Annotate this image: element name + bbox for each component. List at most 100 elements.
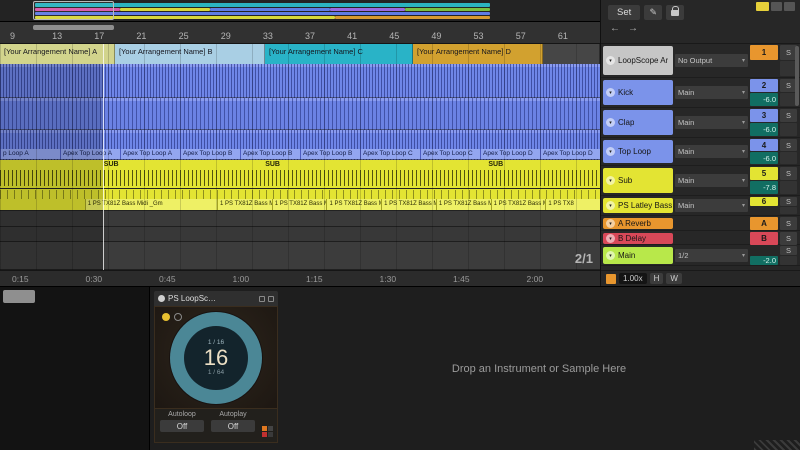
clip-label[interactable]: 1 PS TX81Z Bass M: [381, 199, 436, 210]
clip-label[interactable]: Apex Top Loop D: [540, 149, 600, 159]
routing-select[interactable]: No Output ▾: [675, 54, 748, 67]
track-name[interactable]: ▾ B Delay: [603, 233, 673, 244]
hotswap-icon[interactable]: [259, 295, 265, 302]
routing-select[interactable]: Main ▾: [675, 174, 748, 187]
arrangement-section[interactable]: [Your Arrangement Name] A: [0, 44, 115, 64]
clip-label[interactable]: SUB: [488, 161, 503, 168]
volume-field[interactable]: -6.0: [750, 93, 778, 106]
track-name[interactable]: ▾ Main: [603, 247, 673, 264]
track-name[interactable]: ▾ A Reverb: [603, 218, 673, 229]
solo-button[interactable]: S: [780, 139, 797, 151]
draw-mode-button[interactable]: ✎: [644, 5, 663, 20]
track-row[interactable]: ▾ Sub Main ▾ 5 S -7.8: [601, 166, 800, 196]
fold-icon[interactable]: ▾: [606, 88, 615, 97]
routing-select[interactable]: Main ▾: [675, 199, 748, 212]
clip-label[interactable]: Apex Top Loop B: [240, 149, 300, 159]
arrangement-section[interactable]: [Your Arrangement Name] C: [265, 44, 413, 64]
loop-brace[interactable]: [33, 25, 114, 30]
fold-icon[interactable]: ▾: [606, 219, 615, 228]
clip-label[interactable]: 1 PS TX81Z Bass M: [435, 199, 491, 210]
delay-return-lane[interactable]: [0, 227, 600, 242]
clip-label[interactable]: Apex Top Loop B: [180, 149, 240, 159]
track-row[interactable]: ▾ PS Latley Bass Main ▾ 6 S: [601, 196, 800, 216]
track-row[interactable]: ▾B Delay▾ BS: [601, 231, 800, 245]
routing-select[interactable]: Main ▾: [675, 116, 748, 129]
volume-field[interactable]: -6.0: [750, 152, 778, 164]
track-name[interactable]: ▾ Kick: [603, 80, 673, 105]
set-button[interactable]: Set: [608, 5, 641, 20]
solo-button[interactable]: S: [780, 232, 797, 245]
arrangement-section[interactable]: [Your Arrangement Name] B: [115, 44, 265, 64]
clip-label[interactable]: 1 PS TX81Z Bass M: [326, 199, 381, 210]
autoplay-toggle[interactable]: Off: [211, 420, 255, 432]
fold-icon[interactable]: ▾: [606, 251, 615, 260]
height-zoom-button[interactable]: H: [649, 273, 664, 284]
clip-label[interactable]: SUB: [265, 161, 280, 168]
overview-viewport[interactable]: [33, 1, 114, 20]
track-row[interactable]: ▾ Main 1/2 ▾ S -2.0: [601, 245, 800, 266]
param-dot-inactive-icon[interactable]: [174, 313, 182, 321]
solo-button[interactable]: S: [780, 246, 797, 255]
fold-icon[interactable]: ▾: [606, 176, 615, 185]
track-name[interactable]: ▾ Clap: [603, 110, 673, 135]
song-overview[interactable]: [0, 0, 600, 22]
device-drop-zone[interactable]: Drop an Instrument or Sample Here: [278, 287, 800, 450]
clip-label[interactable]: 1 PS TX81Z Bass Midi _Gm: [84, 199, 217, 210]
loop-length-dial[interactable]: 1 / 16 16 1 / 64: [170, 311, 262, 404]
autoloop-toggle[interactable]: Off: [160, 420, 204, 432]
lock-envelopes-button[interactable]: [666, 5, 685, 20]
solo-button[interactable]: S: [780, 167, 797, 180]
track-name[interactable]: ▾ LoopScope Ar: [603, 46, 673, 75]
volume-field[interactable]: -2.0: [750, 256, 778, 265]
track-row[interactable]: ▾ Top Loop Main ▾ 4 S -6.0: [601, 138, 800, 166]
nudge-left-button[interactable]: ←: [610, 24, 620, 34]
clip-label[interactable]: 1 PS TX81Z Bass M: [271, 199, 326, 210]
fold-icon[interactable]: ▾: [606, 234, 615, 243]
resize-stripes[interactable]: [754, 440, 800, 450]
clip-label[interactable]: SUB: [104, 161, 119, 168]
clip-label[interactable]: 1 PS TX81Z Bass M: [217, 199, 272, 210]
playback-speed-badge[interactable]: 1.00x: [619, 273, 647, 284]
track-name[interactable]: ▾ Top Loop: [603, 140, 673, 163]
fold-icon[interactable]: ▾: [606, 118, 615, 127]
bar-ruler[interactable]: 9 13 17 21 25 29 33 37 41 45 49 53 57 61: [0, 22, 600, 44]
track-name[interactable]: ▾ PS Latley Bass: [603, 198, 673, 213]
routing-select[interactable]: 1/2 ▾: [675, 249, 748, 262]
volume-field[interactable]: -7.8: [750, 181, 778, 194]
vertical-scrollbar[interactable]: [795, 46, 799, 106]
track-row[interactable]: ▾ Clap Main ▾ 3 S -6.0: [601, 108, 800, 138]
clip-label[interactable]: Apex Top Loop A: [120, 149, 180, 159]
track-row[interactable]: ▾ Kick Main ▾ 2 S -6.0: [601, 78, 800, 108]
volume-field[interactable]: -6.0: [750, 123, 778, 136]
clip-label[interactable]: Apex Top Loop A: [60, 149, 120, 159]
arrangement-area[interactable]: [Your Arrangement Name] A [Your Arrangeme…: [0, 44, 600, 270]
nudge-right-button[interactable]: →: [628, 24, 638, 34]
device-view-tab[interactable]: [3, 290, 35, 303]
fold-icon[interactable]: ▾: [606, 147, 615, 156]
bass-track-lane[interactable]: 1 PS TX81Z Bass Midi _Gm 1 PS TX81Z Bass …: [0, 189, 600, 211]
save-preset-icon[interactable]: [268, 295, 274, 302]
clip-label[interactable]: 1 PS TX8: [545, 199, 600, 210]
toploop-track-lane[interactable]: p Loop A Apex Top Loop A Apex Top Loop A Ap…: [0, 130, 600, 160]
solo-button[interactable]: S: [780, 217, 797, 230]
kick-track-lane[interactable]: [0, 64, 600, 98]
track-row[interactable]: ▾A Reverb▾ AS: [601, 216, 800, 231]
time-ruler[interactable]: 0:15 0:30 0:45 1:00 1:15 1:30 1:45 2:00: [0, 270, 600, 286]
device-title-bar[interactable]: PS LoopSc…: [154, 291, 278, 306]
track-name[interactable]: ▾ Sub: [603, 168, 673, 193]
routing-select[interactable]: Main ▾: [675, 86, 748, 99]
device-activator-icon[interactable]: [158, 295, 165, 302]
fold-icon[interactable]: ▾: [606, 56, 615, 65]
clip-label[interactable]: 1 PS TX81Z Bass M: [490, 199, 545, 210]
clip-label[interactable]: Apex Top Loop C: [360, 149, 420, 159]
sub-track-lane[interactable]: SUB SUB SUB: [0, 160, 600, 189]
width-zoom-button[interactable]: W: [666, 273, 682, 284]
clap-track-lane[interactable]: [0, 98, 600, 130]
routing-select[interactable]: Main ▾: [675, 145, 748, 158]
solo-button[interactable]: S: [780, 109, 797, 122]
clip-label[interactable]: p Loop A: [0, 149, 60, 159]
clip-label[interactable]: Apex Top Loop B: [300, 149, 360, 159]
clip-label[interactable]: Apex Top Loop D: [480, 149, 540, 159]
param-dot-active-icon[interactable]: [162, 313, 170, 321]
arrangement-section[interactable]: [Your Arrangement Name] D: [413, 44, 543, 64]
